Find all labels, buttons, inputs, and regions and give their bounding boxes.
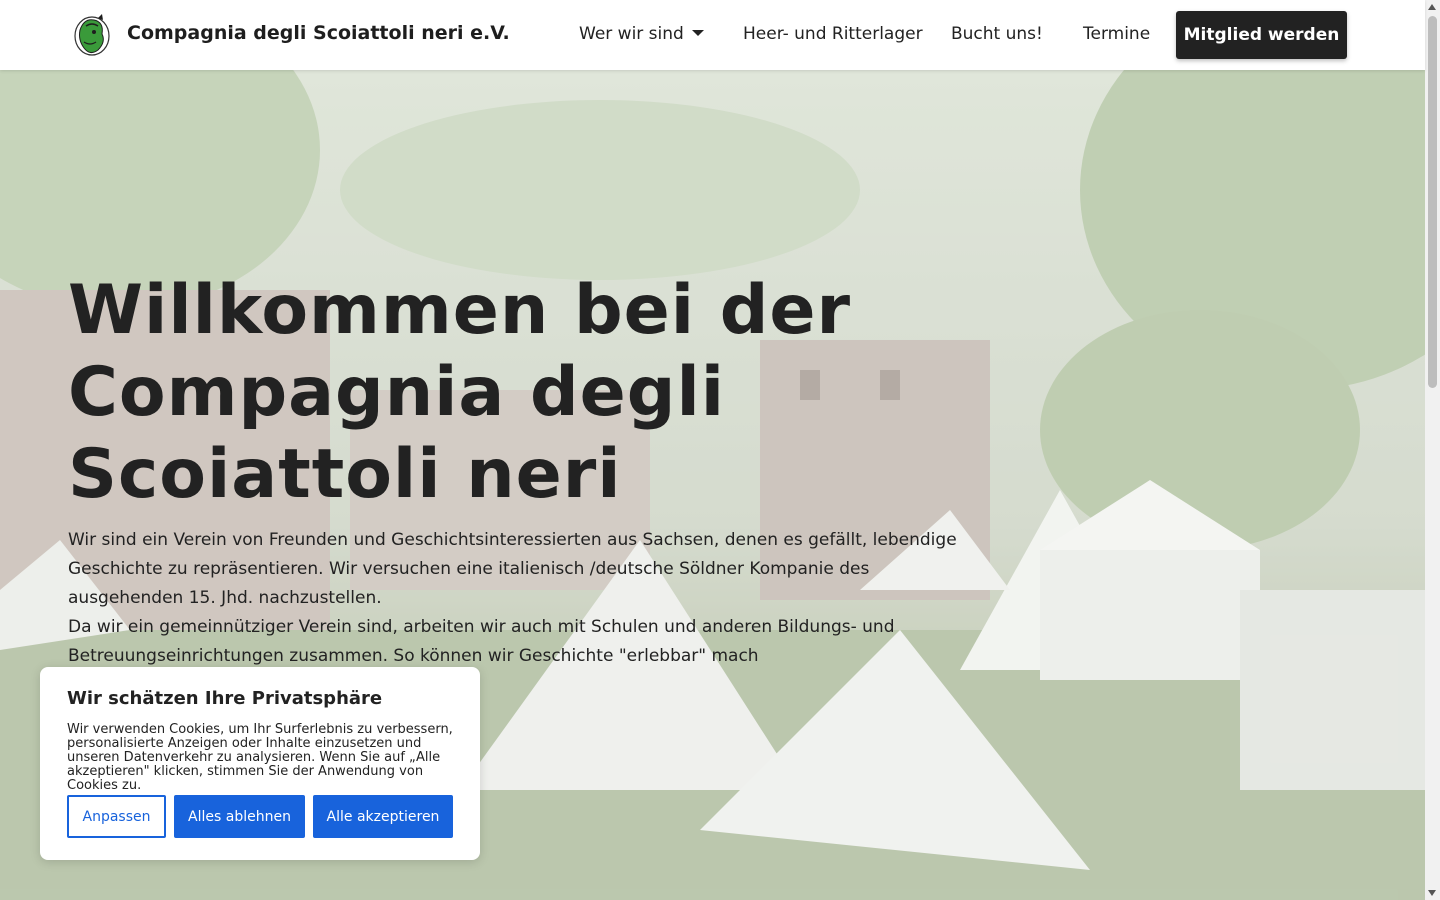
cookie-reject-all-button[interactable]: Alles ablehnen xyxy=(174,795,305,838)
hero-paragraph-1: Wir sind ein Verein von Freunden und Ges… xyxy=(68,530,957,608)
scrollbar-thumb[interactable] xyxy=(1428,16,1437,388)
site-header: Compagnia degli Scoiattoli neri e.V. Wer… xyxy=(0,0,1425,70)
hero-description: Wir sind ein Verein von Freunden und Ges… xyxy=(68,526,968,671)
cookie-banner-title: Wir schätzen Ihre Privatsphäre xyxy=(67,688,383,709)
cookie-customize-button[interactable]: Anpassen xyxy=(67,795,166,838)
nav-item-label: Wer wir sind xyxy=(579,24,684,44)
nav-item-bucht-uns[interactable]: Bucht uns! xyxy=(951,24,1043,44)
join-member-button[interactable]: Mitglied werden xyxy=(1176,11,1347,59)
scroll-down-arrow-icon[interactable] xyxy=(1428,890,1436,896)
scroll-up-arrow-icon[interactable] xyxy=(1428,4,1436,10)
nav-item-termine[interactable]: Termine xyxy=(1083,24,1150,44)
site-brand[interactable]: Compagnia degli Scoiattoli neri e.V. xyxy=(127,22,510,44)
cookie-consent-banner: Wir schätzen Ihre Privatsphäre Wir verwe… xyxy=(40,667,480,860)
nav-item-wer-wir-sind[interactable]: Wer wir sind xyxy=(579,24,704,44)
squirrel-logo-icon[interactable] xyxy=(72,12,112,58)
nav-item-heer-und-ritterlager[interactable]: Heer- und Ritterlager xyxy=(743,24,923,44)
page-scrollbar[interactable] xyxy=(1425,0,1440,900)
hero-title: Willkommen bei der Compagnia degli Scoia… xyxy=(68,271,852,514)
cookie-accept-all-button[interactable]: Alle akzeptieren xyxy=(313,795,453,838)
caret-down-icon xyxy=(691,30,704,36)
cookie-banner-text: Wir verwenden Cookies, um Ihr Surferlebn… xyxy=(67,722,453,793)
hero-paragraph-2: Da wir ein gemeinnütziger Verein sind, a… xyxy=(68,617,895,666)
